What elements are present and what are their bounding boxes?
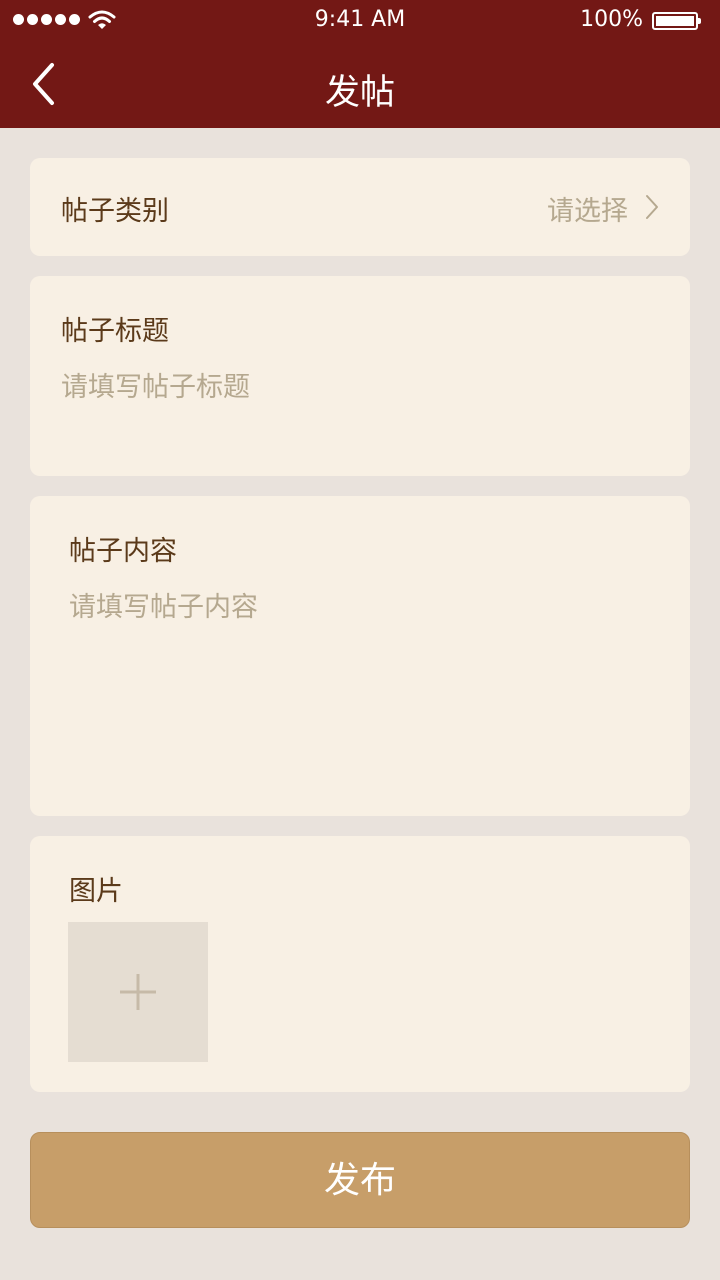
chevron-right-icon: [646, 195, 658, 219]
add-image-button[interactable]: [68, 922, 208, 1062]
images-label: 图片: [69, 876, 123, 907]
post-content-card: 帖子内容 请填写帖子内容: [30, 496, 690, 816]
post-title-input[interactable]: 请填写帖子标题: [61, 365, 250, 404]
images-card: 图片: [30, 836, 690, 1092]
header-bar: 9:41 AM 100% 发帖: [0, 0, 720, 128]
category-label: 帖子类别: [61, 196, 169, 227]
category-value: 请选择: [547, 196, 628, 227]
post-title-card: 帖子标题 请填写帖子标题: [30, 276, 690, 476]
battery-icon: [652, 12, 701, 30]
status-bar: 9:41 AM 100%: [0, 0, 720, 40]
category-row[interactable]: 帖子类别 请选择: [30, 158, 690, 256]
plus-icon: [120, 974, 156, 1010]
post-content-label: 帖子内容: [69, 536, 177, 567]
publish-button[interactable]: 发布: [30, 1132, 690, 1228]
battery-percent: 100%: [580, 7, 643, 32]
page-title: 发帖: [324, 73, 395, 113]
post-title-label: 帖子标题: [61, 316, 169, 347]
post-content-input[interactable]: 请填写帖子内容: [69, 585, 258, 624]
